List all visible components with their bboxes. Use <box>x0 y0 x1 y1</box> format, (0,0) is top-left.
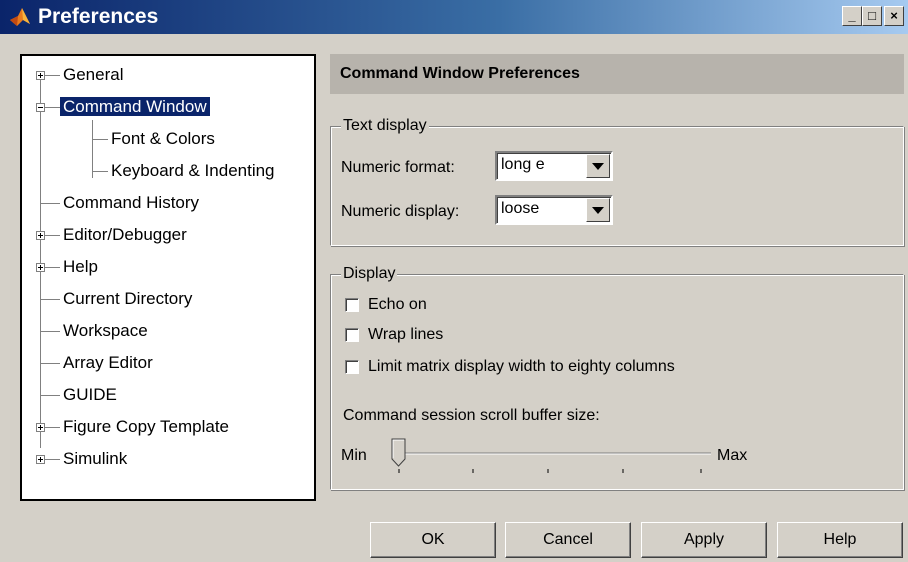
display-group: Display Echo on Wrap lines Limit matrix … <box>330 264 904 490</box>
tree-item-help[interactable]: Help <box>60 254 101 280</box>
maximize-button[interactable]: □ <box>862 6 882 26</box>
help-button[interactable]: Help <box>777 522 903 558</box>
slider-thumb[interactable] <box>391 438 406 467</box>
tree-item-general[interactable]: General <box>60 62 126 88</box>
numeric-format-select[interactable]: long e <box>495 151 613 181</box>
tree-connector-line <box>40 363 60 364</box>
scroll-buffer-slider[interactable] <box>383 431 717 477</box>
preferences-tree[interactable]: General Command Window Font & Colors Key… <box>20 54 316 501</box>
minimize-button[interactable]: _ <box>842 6 862 26</box>
tree-connector-line <box>45 459 60 460</box>
tree-connector-line <box>40 76 41 448</box>
tree-item-current-directory[interactable]: Current Directory <box>60 286 195 312</box>
cancel-button[interactable]: Cancel <box>505 522 631 558</box>
tree-item-command-history[interactable]: Command History <box>60 190 202 216</box>
text-display-group: Text display Numeric format: long e Nume… <box>330 116 904 246</box>
expand-plus-icon[interactable] <box>36 455 45 464</box>
tree-item-editor-debugger[interactable]: Editor/Debugger <box>60 222 190 248</box>
checkbox-icon[interactable] <box>345 360 359 374</box>
display-legend: Display <box>341 264 398 284</box>
tree-connector-line <box>45 107 60 108</box>
numeric-display-label: Numeric display: <box>341 203 460 220</box>
tree-connector-line <box>92 171 108 172</box>
tree-item-selected-label: Command Window <box>60 97 210 116</box>
maximize-icon: □ <box>868 8 876 23</box>
numeric-display-select[interactable]: loose <box>495 195 613 225</box>
tree-connector-line <box>45 267 60 268</box>
scroll-buffer-label: Command session scroll buffer size: <box>343 407 600 424</box>
text-display-legend: Text display <box>341 116 429 136</box>
close-icon: × <box>890 8 898 23</box>
tree-connector-line <box>45 75 60 76</box>
expand-plus-icon[interactable] <box>36 423 45 432</box>
expand-plus-icon[interactable] <box>36 263 45 272</box>
expand-plus-icon[interactable] <box>36 71 45 80</box>
dropdown-arrow-icon[interactable] <box>586 154 610 178</box>
tree-connector-line <box>40 299 60 300</box>
tree-connector-line <box>40 331 60 332</box>
checkbox-icon[interactable] <box>345 328 359 342</box>
title-bar[interactable]: Preferences _ □ × <box>0 0 908 34</box>
tree-item-keyboard-indenting[interactable]: Keyboard & Indenting <box>108 158 278 184</box>
numeric-display-value: loose <box>501 200 540 217</box>
tree-connector-line <box>92 120 93 178</box>
tree-item-simulink[interactable]: Simulink <box>60 446 130 472</box>
matlab-logo-icon <box>10 8 30 26</box>
tree-item-font-colors[interactable]: Font & Colors <box>108 126 218 152</box>
tree-item-array-editor[interactable]: Array Editor <box>60 350 156 376</box>
tree-connector-line <box>45 427 60 428</box>
tree-connector-line <box>45 235 60 236</box>
tree-connector-line <box>92 139 108 140</box>
slider-min-label: Min <box>341 447 367 464</box>
apply-button[interactable]: Apply <box>641 522 767 558</box>
tree-item-workspace[interactable]: Workspace <box>60 318 151 344</box>
tree-connector-line <box>40 203 60 204</box>
numeric-format-value: long e <box>501 156 545 173</box>
expand-plus-icon[interactable] <box>36 231 45 240</box>
checkbox-icon[interactable] <box>345 298 359 312</box>
tree-item-guide[interactable]: GUIDE <box>60 382 120 408</box>
dropdown-arrow-icon[interactable] <box>586 198 610 222</box>
tree-item-figure-copy-template[interactable]: Figure Copy Template <box>60 414 232 440</box>
tree-connector-line <box>40 395 60 396</box>
slider-max-label: Max <box>717 447 748 464</box>
ok-button[interactable]: OK <box>370 522 496 558</box>
tree-item-command-window[interactable]: Command Window <box>60 94 210 120</box>
window-title: Preferences <box>38 5 159 28</box>
panel-title: Command Window Preferences <box>330 54 904 94</box>
minimize-icon: _ <box>848 8 856 23</box>
numeric-format-label: Numeric format: <box>341 159 455 176</box>
preferences-dialog: Preferences _ □ × General Command Window… <box>0 0 908 562</box>
collapse-minus-icon[interactable] <box>36 103 45 112</box>
close-button[interactable]: × <box>884 6 904 26</box>
